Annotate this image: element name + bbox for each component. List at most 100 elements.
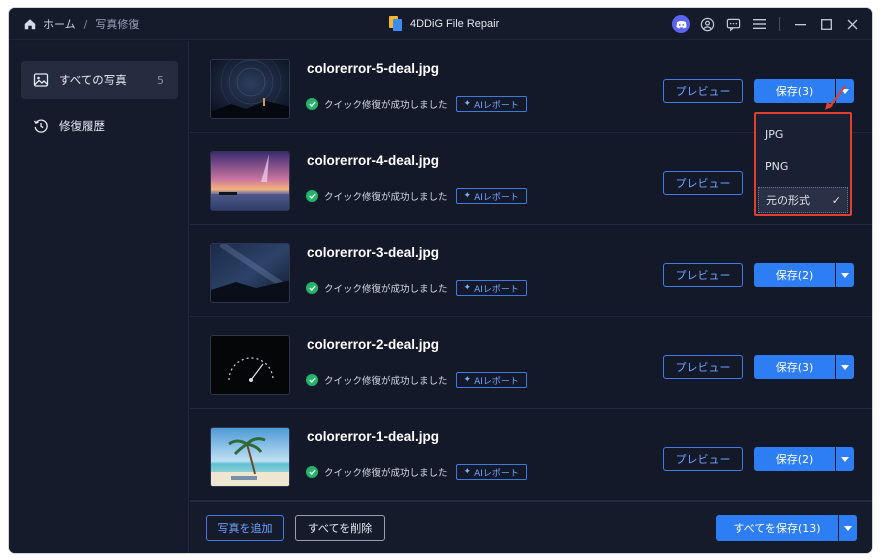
repair-status: クイック修復が成功しました ✦ AIレポート: [306, 188, 527, 204]
bottom-action-bar: 写真を追加 すべてを削除 すべてを保存(13): [190, 501, 872, 553]
preview-button[interactable]: プレビュー: [663, 355, 743, 379]
chevron-down-icon: [841, 272, 849, 278]
save-all-button[interactable]: すべてを保存(13): [716, 515, 838, 541]
ai-report-button[interactable]: ✦ AIレポート: [455, 372, 527, 388]
sparkle-icon: ✦: [463, 191, 472, 201]
format-option-png[interactable]: PNG: [758, 153, 848, 179]
add-photos-button[interactable]: 写真を追加: [206, 515, 284, 541]
photo-thumbnail[interactable]: [210, 59, 290, 119]
save-format-dropdown-toggle[interactable]: [836, 447, 854, 471]
ai-report-label: AIレポート: [474, 468, 519, 479]
app-logo-icon: [389, 16, 402, 31]
success-check-icon: [306, 282, 318, 294]
sidebar: すべての写真 5 修復履歴: [9, 41, 189, 553]
photo-thumbnail[interactable]: [210, 335, 290, 395]
chevron-down-icon: [841, 456, 849, 462]
save-button[interactable]: 保存(2): [754, 447, 835, 471]
file-name: colorerror-1-deal.jpg: [307, 429, 440, 444]
status-text: クイック修復が成功しました: [324, 468, 448, 479]
status-text: クイック修復が成功しました: [324, 376, 448, 387]
status-text: クイック修復が成功しました: [324, 192, 448, 203]
ai-report-button[interactable]: ✦ AIレポート: [455, 280, 527, 296]
list-item: colorerror-1-deal.jpg クイック修復が成功しました ✦ AIレ…: [190, 409, 872, 501]
maximize-button[interactable]: [816, 14, 836, 34]
save-all-dropdown-toggle[interactable]: [839, 515, 857, 541]
history-icon: [33, 119, 48, 133]
menu-icon: [752, 19, 766, 29]
ai-report-label: AIレポート: [474, 284, 519, 295]
ai-report-button[interactable]: ✦ AIレポート: [455, 464, 527, 480]
success-check-icon: [306, 98, 318, 110]
format-option-original[interactable]: 元の形式 ✓: [758, 187, 848, 213]
menu-button[interactable]: [749, 14, 769, 34]
discord-button[interactable]: [671, 14, 691, 34]
delete-all-button[interactable]: すべてを削除: [295, 515, 385, 541]
save-format-dropdown-toggle[interactable]: [836, 355, 854, 379]
status-text: クイック修復が成功しました: [324, 100, 448, 111]
success-check-icon: [306, 466, 318, 478]
sidebar-item-label: 修復履歴: [59, 119, 105, 133]
breadcrumb-separator: /: [83, 17, 88, 31]
format-option-jpg[interactable]: JPG: [758, 121, 848, 147]
breadcrumb-current: 写真修復: [95, 18, 140, 31]
status-text: クイック修復が成功しました: [324, 284, 448, 295]
photo-thumbnail[interactable]: [210, 243, 290, 303]
toolbar-divider: [779, 17, 780, 31]
save-format-dropdown-toggle[interactable]: [836, 263, 854, 287]
ai-report-label: AIレポート: [474, 376, 519, 387]
sparkle-icon: ✦: [463, 99, 472, 109]
user-icon: [700, 17, 714, 31]
ai-report-button[interactable]: ✦ AIレポート: [455, 96, 527, 112]
success-check-icon: [306, 374, 318, 386]
home-icon[interactable]: [23, 17, 37, 31]
title-bar: ホーム / 写真修復 4DDiG File Repair: [9, 8, 872, 40]
window-controls: [665, 14, 862, 34]
app-window: ホーム / 写真修復 4DDiG File Repair すべての写真 5 修復…: [9, 8, 872, 553]
photo-thumbnail[interactable]: [210, 151, 290, 211]
preview-button[interactable]: プレビュー: [663, 263, 743, 287]
file-name: colorerror-3-deal.jpg: [307, 245, 440, 260]
minimize-button[interactable]: [790, 14, 810, 34]
app-title: 4DDiG File Repair: [389, 16, 499, 31]
ai-report-button[interactable]: ✦ AIレポート: [455, 188, 527, 204]
file-name: colorerror-4-deal.jpg: [307, 153, 440, 168]
feedback-button[interactable]: [723, 14, 743, 34]
save-button[interactable]: 保存(3): [754, 355, 835, 379]
sparkle-icon: ✦: [463, 467, 472, 477]
repair-status: クイック修復が成功しました ✦ AIレポート: [306, 464, 527, 480]
minimize-icon: [794, 23, 806, 25]
maximize-icon: [820, 18, 832, 30]
save-button[interactable]: 保存(2): [754, 263, 835, 287]
image-icon: [33, 73, 49, 87]
ai-report-label: AIレポート: [474, 192, 519, 203]
breadcrumb: ホーム / 写真修復: [23, 16, 139, 32]
discord-icon: [672, 15, 690, 33]
file-name: colorerror-5-deal.jpg: [307, 61, 440, 76]
list-item: colorerror-2-deal.jpg クイック修復が成功しました ✦ AIレ…: [190, 317, 872, 409]
chevron-down-icon: [841, 364, 849, 370]
app-title-text: 4DDiG File Repair: [410, 17, 500, 30]
annotation-arrow: [825, 85, 846, 110]
preview-button[interactable]: プレビュー: [663, 447, 743, 471]
preview-button[interactable]: プレビュー: [663, 171, 743, 195]
ai-report-label: AIレポート: [474, 100, 519, 111]
photo-list: colorerror-5-deal.jpg クイック修復が成功しました ✦ AIレ…: [190, 41, 872, 501]
sparkle-icon: ✦: [463, 283, 472, 293]
success-check-icon: [306, 190, 318, 202]
save-format-menu: JPG PNG 元の形式 ✓: [754, 112, 852, 216]
account-button[interactable]: [697, 14, 717, 34]
sparkle-icon: ✦: [463, 375, 472, 385]
breadcrumb-home[interactable]: ホーム: [43, 16, 76, 32]
sidebar-item-history[interactable]: 修復履歴: [21, 107, 178, 145]
list-item: colorerror-3-deal.jpg クイック修復が成功しました ✦ AIレ…: [190, 225, 872, 317]
chevron-down-icon: [844, 525, 852, 531]
photo-thumbnail[interactable]: [210, 427, 290, 487]
checkmark-icon: ✓: [831, 193, 841, 207]
repair-status: クイック修復が成功しました ✦ AIレポート: [306, 280, 527, 296]
close-icon: [847, 19, 857, 29]
preview-button[interactable]: プレビュー: [663, 79, 743, 103]
format-option-label: 元の形式: [766, 194, 810, 207]
close-button[interactable]: [842, 14, 862, 34]
sidebar-item-all-photos[interactable]: すべての写真 5: [21, 61, 178, 99]
photo-count-badge: 5: [157, 73, 164, 87]
